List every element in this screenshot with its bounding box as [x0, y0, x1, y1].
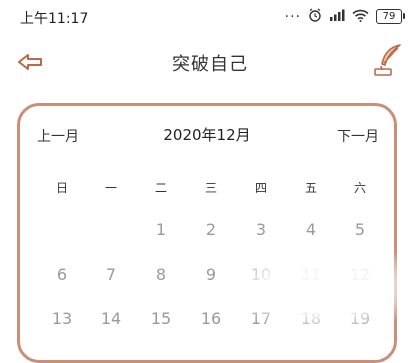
mobile-data-icon	[329, 7, 345, 26]
calendar-card: 上一月 2020年12月 下一月 日 一 二 三 四 五 六 1 2 3 4 5…	[17, 103, 397, 363]
calendar-day[interactable]: 14	[96, 309, 126, 329]
weekday-wed: 三	[204, 181, 217, 195]
battery-icon: 79	[376, 9, 405, 24]
calendar-day[interactable]: 4	[296, 220, 326, 240]
status-icons: ··· 79	[284, 7, 405, 26]
edit-button[interactable]	[370, 42, 406, 78]
calendar-day[interactable]: 10	[246, 265, 276, 285]
weekday-tue: 二	[154, 181, 167, 195]
weekday-mon: 一	[104, 181, 117, 195]
weekday-fri: 五	[304, 181, 317, 195]
quill-pen-icon	[374, 44, 401, 76]
wifi-icon	[352, 7, 369, 26]
weekday-sun: 日	[55, 181, 68, 195]
calendar-day[interactable]: 11	[296, 265, 326, 285]
app-header: 突破自己	[0, 34, 420, 94]
page-title: 突破自己	[172, 54, 248, 75]
calendar-day[interactable]: 1	[146, 220, 176, 240]
status-time: 上午11:17	[20, 11, 89, 27]
calendar-day[interactable]: 7	[96, 265, 126, 285]
calendar-day[interactable]: 12	[345, 265, 375, 285]
calendar-day[interactable]: 8	[146, 265, 176, 285]
status-bar: 上午11:17 ··· 79	[0, 0, 420, 34]
weekday-thu: 四	[254, 181, 267, 195]
calendar-day[interactable]: 9	[196, 265, 226, 285]
calendar-day[interactable]: 13	[47, 309, 77, 329]
calendar-day[interactable]: 5	[345, 220, 375, 240]
next-month-button[interactable]: 下一月	[337, 126, 379, 146]
weekday-sat: 六	[353, 181, 366, 195]
calendar-day[interactable]: 18	[296, 309, 326, 329]
calendar-day[interactable]: 17	[246, 309, 276, 329]
calendar-day[interactable]: 3	[246, 220, 276, 240]
calendar-day[interactable]: 19	[345, 309, 375, 329]
notification-dots: ···	[284, 8, 301, 25]
calendar-day[interactable]: 6	[47, 265, 77, 285]
calendar-day[interactable]: 16	[196, 309, 226, 329]
calendar-day[interactable]: 15	[146, 309, 176, 329]
alarm-icon	[308, 7, 322, 26]
calendar-day[interactable]: 2	[196, 220, 226, 240]
